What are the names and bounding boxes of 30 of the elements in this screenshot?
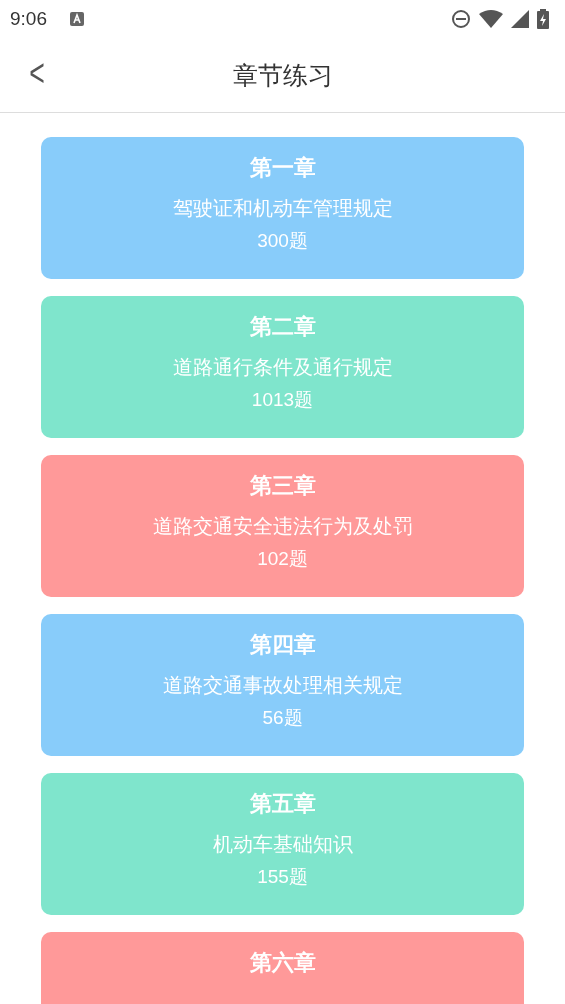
chapter-card[interactable]: 第六章 <box>41 932 524 1004</box>
signal-icon <box>511 10 529 28</box>
chapter-card[interactable]: 第四章 道路交通事故处理相关规定 56题 <box>41 614 524 756</box>
chapter-subtitle: 道路交通事故处理相关规定 <box>162 672 403 699</box>
chapter-title: 第六章 <box>249 949 316 977</box>
chapter-card[interactable]: 第二章 道路通行条件及通行规定 1013题 <box>41 296 524 438</box>
do-not-disturb-icon <box>451 9 471 29</box>
question-count: 155题 <box>257 865 308 889</box>
question-count: 1013题 <box>251 388 314 412</box>
chapter-card[interactable]: 第三章 道路交通安全违法行为及处罚 102题 <box>41 455 524 597</box>
notification-icon <box>69 11 85 27</box>
question-count: 56题 <box>262 706 303 730</box>
chapter-subtitle: 机动车基础知识 <box>212 831 353 858</box>
chapter-card[interactable]: 第一章 驾驶证和机动车管理规定 300题 <box>41 137 524 279</box>
chapter-title: 第四章 <box>249 631 316 659</box>
wifi-icon <box>479 10 503 28</box>
chapter-subtitle: 道路通行条件及通行规定 <box>172 354 393 381</box>
status-time: 9:06 <box>10 8 47 30</box>
page-title: 章节练习 <box>232 59 333 92</box>
chapter-title: 第三章 <box>249 472 316 500</box>
chapter-subtitle: 道路交通安全违法行为及处罚 <box>152 513 413 540</box>
back-button[interactable]: < <box>26 52 48 95</box>
chapter-title: 第二章 <box>249 313 316 341</box>
question-count: 300题 <box>257 229 308 253</box>
chapter-title: 第五章 <box>249 790 316 818</box>
chapter-subtitle: 驾驶证和机动车管理规定 <box>172 195 393 222</box>
question-count: 102题 <box>257 547 308 571</box>
chapter-title: 第一章 <box>249 154 316 182</box>
chapter-card[interactable]: 第五章 机动车基础知识 155题 <box>41 773 524 915</box>
battery-icon <box>537 9 549 29</box>
